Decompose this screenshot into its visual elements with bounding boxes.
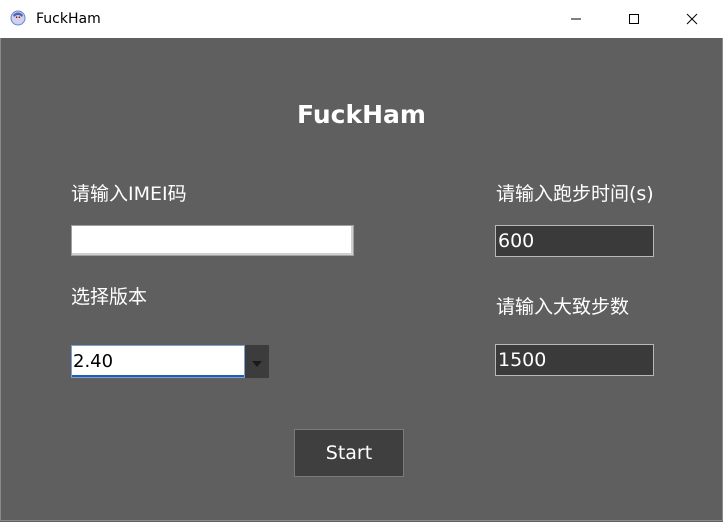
title-bar[interactable]: FuckHam: [0, 0, 723, 38]
maximize-button[interactable]: [605, 0, 663, 38]
app-logo-icon: [10, 10, 26, 26]
minimize-button[interactable]: [547, 0, 605, 38]
version-dropdown[interactable]: 2.40: [71, 345, 269, 378]
steps-input[interactable]: [495, 344, 654, 376]
runtime-input[interactable]: [495, 225, 654, 257]
imei-label: 请输入IMEI码: [71, 183, 187, 205]
maximize-icon: [628, 13, 640, 25]
page-title: FuckHam: [297, 100, 426, 129]
minimize-icon: [570, 13, 582, 25]
close-button[interactable]: [663, 0, 721, 38]
dropdown-arrow-button[interactable]: [245, 345, 269, 378]
window-title: FuckHam: [36, 11, 101, 27]
close-icon: [686, 13, 698, 25]
version-selected-value[interactable]: 2.40: [71, 345, 245, 378]
imei-input[interactable]: [71, 225, 354, 256]
chevron-down-icon: [252, 352, 262, 371]
start-button[interactable]: Start: [294, 429, 404, 477]
runtime-label: 请输入跑步时间(s): [496, 183, 654, 205]
steps-label: 请输入大致步数: [496, 296, 630, 318]
version-label: 选择版本: [71, 286, 148, 308]
